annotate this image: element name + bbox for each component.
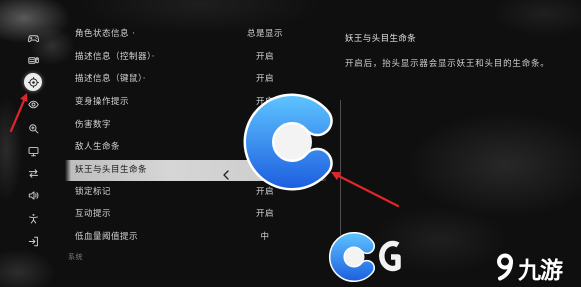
setting-label: 描述信息（控制器）·: [75, 52, 155, 62]
chevron-left-icon[interactable]: [223, 165, 229, 180]
setting-value: 总是显示: [246, 29, 283, 39]
setting-row-character-status-info[interactable]: 角色状态信息 · 总是显示: [65, 24, 327, 44]
c-logo-small-icon: [329, 232, 375, 282]
sidebar-item-controller[interactable]: [24, 29, 42, 47]
zoom-icon: [28, 123, 38, 133]
brand-mark-icon: [379, 240, 401, 272]
setting-value: 开启: [255, 97, 274, 107]
detail-description: 开启后，抬头显示器会显示妖王和头目的生命条。: [345, 59, 550, 69]
setting-label: 角色状态信息 ·: [75, 29, 136, 39]
sidebar-item-swap[interactable]: [24, 164, 42, 182]
setting-value: 开启: [255, 52, 274, 62]
setting-row-interaction-prompt[interactable]: 互动提示 开启: [65, 204, 327, 224]
sidebar-item-accessibility[interactable]: [24, 209, 42, 227]
setting-label: 互动提示: [75, 209, 112, 219]
sidebar-item-hud[interactable]: [24, 73, 42, 91]
setting-value: 开启: [255, 187, 274, 197]
setting-label: 锁定标记: [75, 187, 112, 197]
exit-icon: [28, 236, 38, 246]
setting-row-boss-health-bar[interactable]: 妖王与头目生命条: [65, 160, 327, 181]
sidebar-item-visual[interactable]: [24, 95, 42, 113]
speaker-icon: [28, 190, 38, 200]
setting-label: 敌人生命条: [75, 142, 121, 152]
setting-label: 描述信息（键鼠）·: [75, 74, 146, 84]
detail-title: 妖王与头目生命条: [345, 34, 417, 44]
jiuyou-logo-icon: [497, 253, 513, 281]
sidebar-item-keyboard-mouse[interactable]: [24, 51, 42, 69]
section-header-system: 系统: [68, 253, 83, 261]
hud-target-icon: [27, 76, 39, 88]
setting-row-damage-numbers[interactable]: 伤害数字: [65, 115, 327, 135]
sidebar-item-audio[interactable]: [24, 186, 42, 204]
monitor-icon: [28, 146, 38, 156]
panel-divider: [340, 100, 341, 235]
swap-arrows-icon: [28, 168, 38, 178]
sidebar-item-exit[interactable]: [24, 232, 42, 250]
sidebar-item-zoom[interactable]: [24, 119, 42, 137]
annotation-arrow-row: [331, 172, 400, 208]
sidebar-item-display[interactable]: [24, 142, 42, 160]
setting-value: 开启: [255, 209, 274, 219]
setting-row-lock-on-marker[interactable]: 锁定标记 开启: [65, 182, 327, 202]
watermark-brand-text: 九游: [518, 258, 563, 284]
setting-label: 低血量阈值提示: [75, 232, 139, 242]
setting-label: 变身操作提示: [75, 97, 130, 107]
setting-row-enemy-health-bar[interactable]: 敌人生命条: [65, 137, 327, 157]
keyboard-mouse-icon: [27, 56, 39, 64]
setting-label: 妖王与头目生命条: [75, 165, 148, 175]
eye-icon: [27, 100, 39, 108]
gamepad-icon: [27, 34, 39, 42]
settings-screen: 角色状态信息 · 总是显示 描述信息（控制器）· 开启 描述信息（键鼠）· 开启…: [0, 0, 581, 287]
setting-row-low-health-warning[interactable]: 低血量阈值提示 中: [65, 227, 327, 247]
accessibility-icon: [28, 213, 38, 223]
setting-value: 开启: [255, 74, 274, 84]
setting-value: 中: [260, 232, 270, 242]
setting-row-description-keyboard-mouse[interactable]: 描述信息（键鼠）· 开启: [65, 69, 327, 89]
setting-row-transform-prompt[interactable]: 变身操作提示 开启: [65, 92, 327, 112]
setting-row-description-controller[interactable]: 描述信息（控制器）· 开启: [65, 47, 327, 67]
setting-label: 伤害数字: [75, 120, 112, 130]
